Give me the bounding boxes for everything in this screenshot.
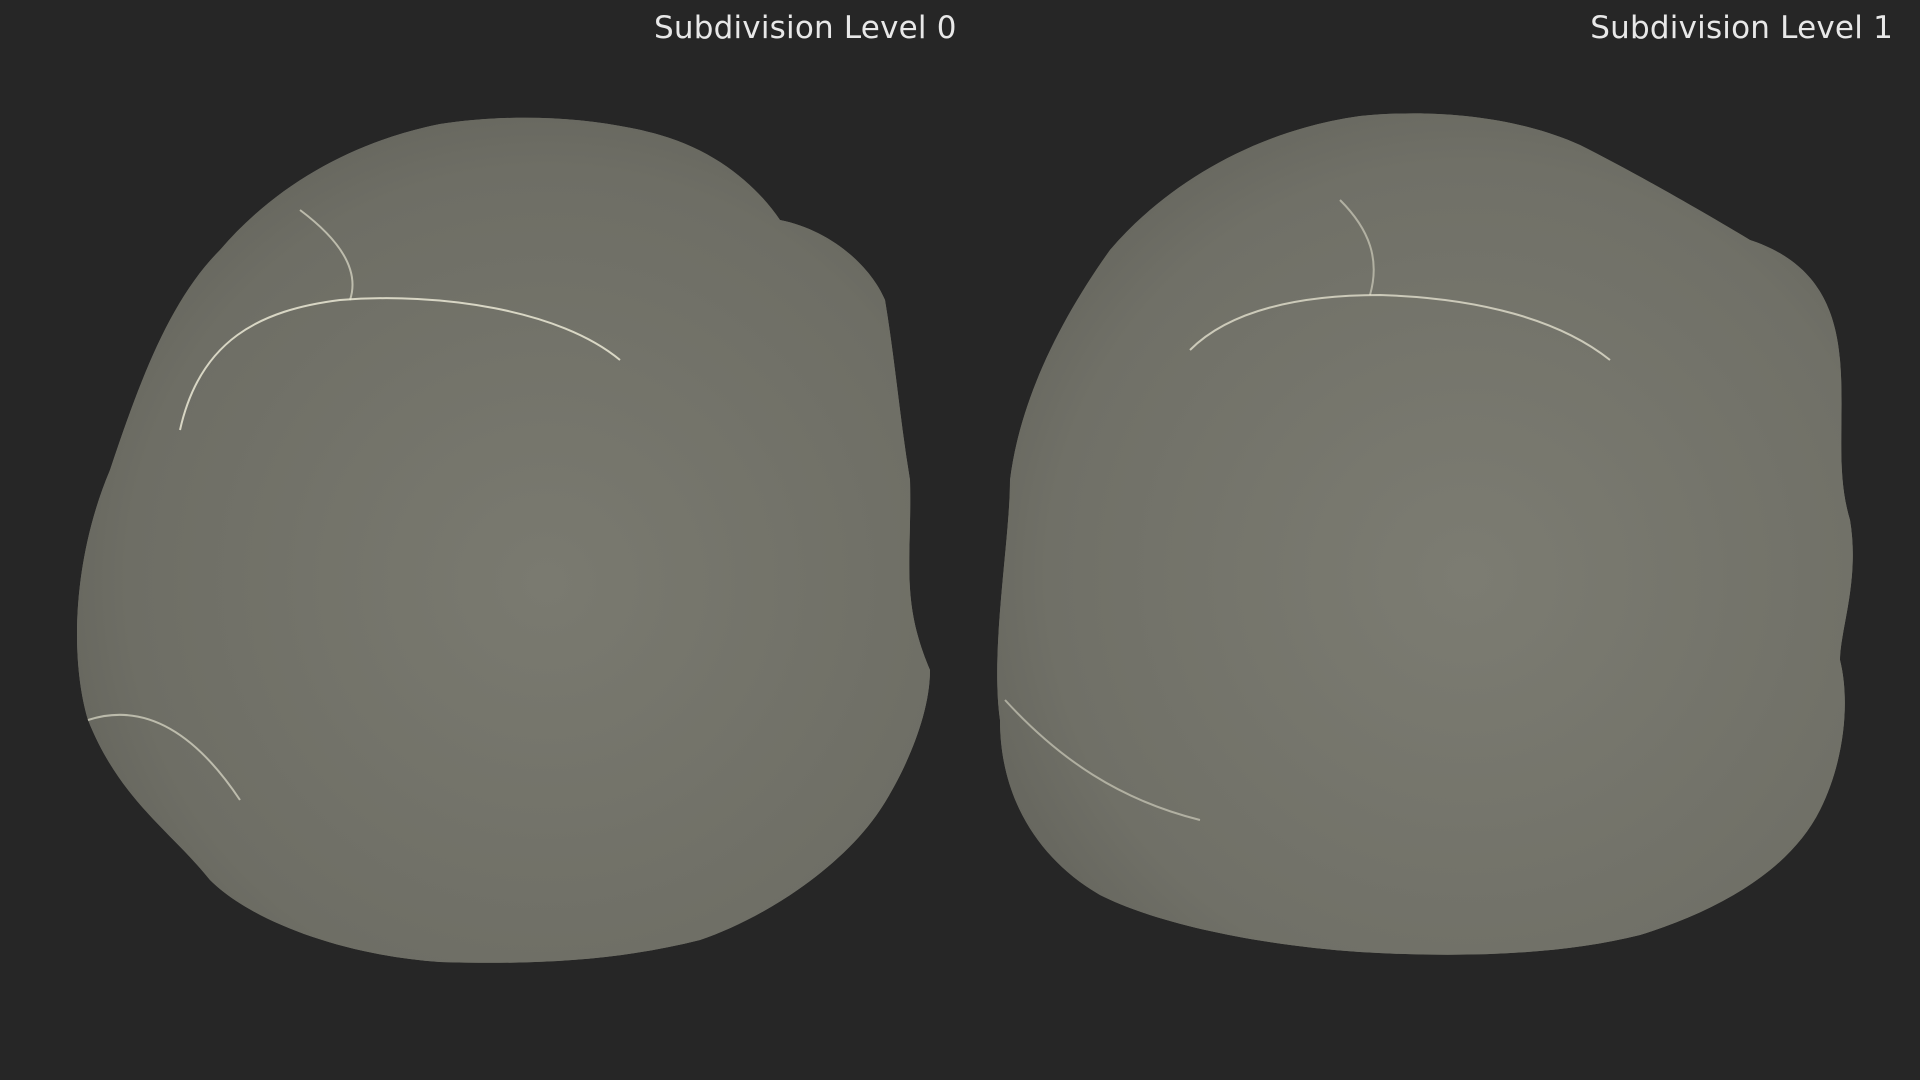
helmet-mesh-level-1 xyxy=(997,113,1853,955)
mesh-render xyxy=(77,113,1853,963)
helmet-mesh-level-0 xyxy=(77,117,930,963)
render-viewport: Subdivision Level 0 Subdivision Level 1 xyxy=(0,0,1920,1080)
